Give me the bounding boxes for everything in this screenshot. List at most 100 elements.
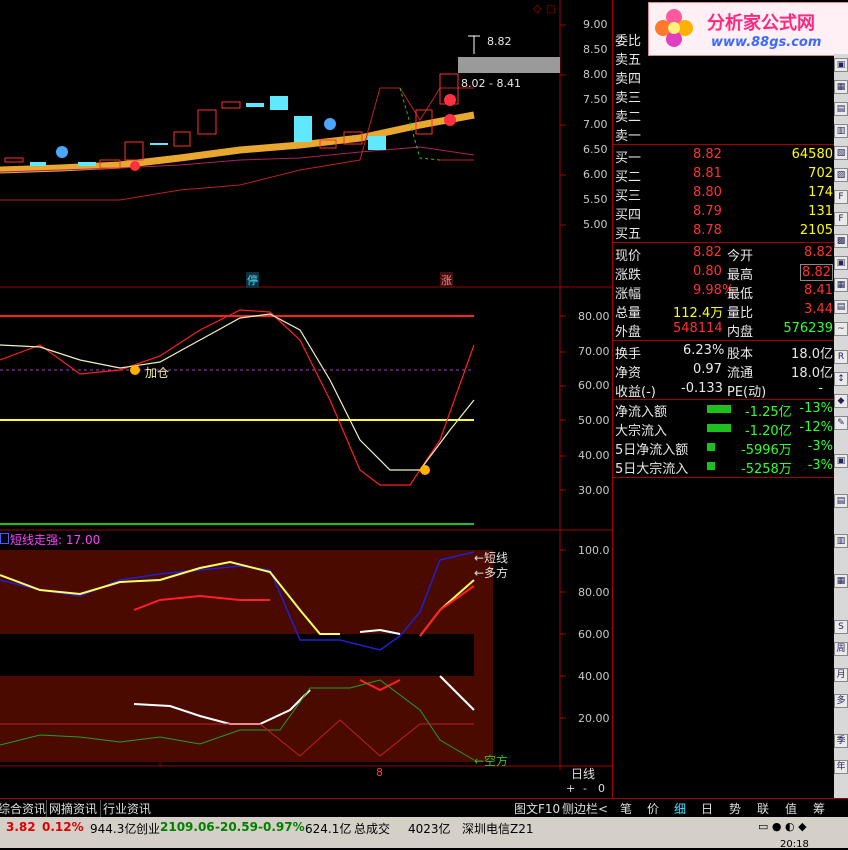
toolbar-icon[interactable]: ▤: [834, 494, 848, 508]
price-high-label: 8.82: [487, 35, 512, 48]
side-icon-label[interactable]: 月: [834, 668, 848, 682]
toolbar-icon[interactable]: ▧: [834, 146, 848, 160]
legend-long: ←多方: [474, 566, 509, 580]
tab-news-comprehensive[interactable]: 综合资讯: [0, 800, 46, 817]
toolbar-icon[interactable]: ▦: [834, 574, 848, 588]
quote-panel: 委比 卖五 卖四 卖三 卖二 卖一 买一 8.82 64580 买二 8.81 …: [612, 0, 835, 798]
side-icon-label[interactable]: S: [834, 620, 848, 634]
price-axis-label: 8.50: [583, 43, 608, 56]
status-total-label: 总成交: [354, 822, 391, 836]
buy-label: 买五: [615, 227, 642, 242]
tab-value[interactable]: 值: [785, 800, 797, 817]
toolbar-icon[interactable]: ▥: [834, 124, 848, 138]
stat-label: 外盘: [615, 325, 642, 340]
flow-value: -1.20亿: [745, 424, 792, 439]
price-axis-label: 8.00: [583, 68, 608, 81]
tab-news-digest[interactable]: 网摘资讯: [46, 800, 97, 817]
osc-axis-label: 80.00: [578, 310, 610, 323]
toolbar-icon[interactable]: F: [834, 190, 848, 204]
tab-day[interactable]: 日: [701, 800, 713, 817]
flow-bar: [707, 405, 731, 413]
side-icon-label[interactable]: R: [834, 350, 848, 364]
side-icon-label[interactable]: 多: [834, 694, 848, 708]
side-icon-label[interactable]: 周: [834, 642, 848, 656]
limit-up-marker: 涨: [440, 272, 453, 288]
buy-label: 买二: [615, 170, 642, 185]
status-time: 20:18: [780, 839, 809, 850]
osc-axis-label: 40.00: [578, 449, 610, 462]
flow-pct: -13%: [799, 401, 833, 416]
flow-pct: -3%: [807, 439, 833, 454]
osc-axis-label: 30.00: [578, 484, 610, 497]
price-axis-label: 7.50: [583, 93, 608, 106]
toolbar-icon[interactable]: ▦: [834, 80, 848, 94]
stat-label: 换手: [615, 347, 642, 362]
tab-link[interactable]: 联: [757, 800, 769, 817]
period-label[interactable]: 日线: [571, 765, 595, 782]
buy-volume: 131: [808, 204, 833, 219]
flow-bar: [707, 462, 715, 470]
stat-label: 总量: [615, 306, 642, 321]
flow-label: 大宗流入: [615, 424, 668, 439]
sell-label: 卖五: [615, 53, 642, 68]
toolbar-icon[interactable]: ▩: [834, 234, 848, 248]
osc-axis-label: 70.00: [578, 345, 610, 358]
flow-value: -5258万: [741, 462, 792, 477]
sidebar-toggle-button[interactable]: 侧边栏<: [562, 800, 608, 817]
tab-tick[interactable]: 笔: [620, 800, 632, 817]
zoom-in-button[interactable]: +: [566, 782, 575, 795]
zoom-reset-button[interactable]: 0: [598, 782, 605, 795]
status-bar: 3.82 0.12% 944.3亿 创业 2109.06 -20.59 -0.9…: [0, 817, 848, 850]
tab-detail[interactable]: 细: [674, 800, 686, 817]
side-toolbar: ▣ ▦ ▤ ▥ ▧ ▨ F F ▩ ▣ ▦ ▤ ~ R ↕ ◆ ✎ ▣ ▤ ▥ …: [834, 54, 848, 798]
buy-label: 买四: [615, 208, 642, 223]
flow-label: 5日大宗流入: [615, 462, 689, 477]
toolbar-icon[interactable]: ↕: [834, 372, 848, 386]
side-icon-label[interactable]: 年: [834, 760, 848, 774]
buy-volume: 174: [808, 185, 833, 200]
zoom-out-button[interactable]: -: [583, 782, 587, 795]
osc-axis-label: 50.00: [578, 414, 610, 427]
toolbar-icon[interactable]: ▤: [834, 102, 848, 116]
price-axis-label: 6.00: [583, 168, 608, 181]
toolbar-icon[interactable]: ▣: [834, 454, 848, 468]
toolbar-icon[interactable]: ▣: [834, 256, 848, 270]
lower-axis-label: 60.00: [578, 628, 610, 641]
stat-value: 548114: [673, 321, 723, 336]
stat-value: 3.44: [804, 302, 833, 317]
toolbar-icon[interactable]: F: [834, 212, 848, 226]
toolbar-icon[interactable]: ▣: [834, 58, 848, 72]
sell-label: 卖四: [615, 72, 642, 87]
flow-value: -1.25亿: [745, 405, 792, 420]
lower-panel-title: 短线走强: 17.00: [10, 533, 101, 547]
flow-label: 5日净流入额: [615, 443, 689, 458]
stat-value: 576239: [783, 321, 833, 336]
flow-bar: [707, 443, 715, 451]
bottom-tabbar: 综合资讯 网摘资讯 行业资讯 图文F10 侧边栏< 笔 价 细 日 势 联 值 …: [0, 798, 848, 817]
tab-news-industry[interactable]: 行业资讯: [100, 800, 151, 817]
f10-button[interactable]: 图文F10: [514, 800, 560, 817]
toolbar-icon[interactable]: ▥: [834, 534, 848, 548]
stat-value: -: [818, 381, 823, 396]
stat-label: 涨幅: [615, 287, 642, 302]
status-index-value: 3.82: [6, 820, 36, 834]
chart-area[interactable]: ◇ □: [0, 0, 612, 800]
toolbar-icon[interactable]: ▨: [834, 168, 848, 182]
price-axis-label: 5.50: [583, 193, 608, 206]
side-icon-label[interactable]: 季: [834, 734, 848, 748]
status-index-pct: 0.12%: [42, 820, 84, 834]
toolbar-icon[interactable]: ~: [834, 322, 848, 336]
tab-trend[interactable]: 势: [729, 800, 741, 817]
buy-label: 买一: [615, 151, 642, 166]
lower-axis-label: 80.00: [578, 586, 610, 599]
price-axis-label: 6.50: [583, 143, 608, 156]
toolbar-icon[interactable]: ▤: [834, 300, 848, 314]
pencil-icon[interactable]: ✎: [834, 416, 848, 430]
tab-chips[interactable]: 筹: [813, 800, 825, 817]
tab-price[interactable]: 价: [647, 800, 659, 817]
stat-label: 股本: [727, 347, 754, 362]
buy-price: 8.79: [693, 204, 722, 219]
status-board-pct: -0.97%: [258, 820, 305, 834]
toolbar-icon[interactable]: ◆: [834, 394, 848, 408]
toolbar-icon[interactable]: ▦: [834, 278, 848, 292]
